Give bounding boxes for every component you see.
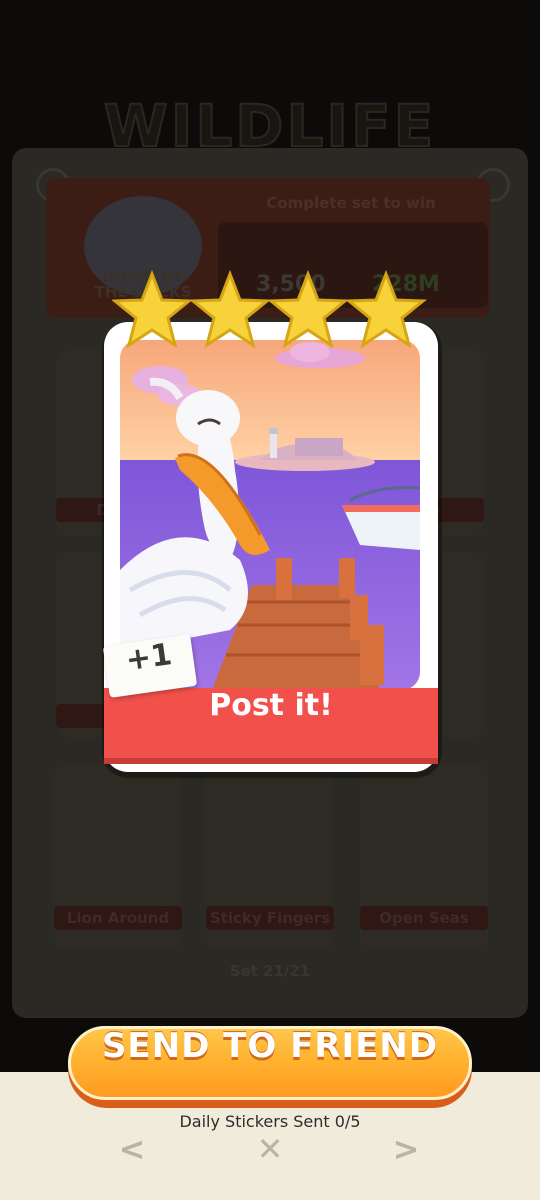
- set-progress: Set 21/21: [229, 962, 311, 980]
- complete-set-label: Complete set to win: [266, 194, 436, 212]
- star-icon: [112, 270, 194, 349]
- daily-stickers-sent: Daily Stickers Sent 0/5: [179, 1112, 361, 1131]
- send-to-friend-label[interactable]: SEND TO FRIEND: [68, 1026, 472, 1100]
- slot-label: Open Seas: [360, 906, 488, 930]
- post-it-button[interactable]: Post it!: [104, 688, 438, 758]
- star-icon: [266, 270, 350, 349]
- chevron-right-icon[interactable]: >: [386, 1130, 426, 1168]
- star-icon: [344, 270, 428, 349]
- chevron-left-icon[interactable]: <: [112, 1130, 152, 1168]
- slot-label: Lion Around: [54, 906, 182, 930]
- close-icon[interactable]: ✕: [250, 1130, 290, 1168]
- star-icon: [188, 270, 272, 349]
- rarity-stars: [112, 270, 428, 349]
- slot-label: Sticky Fingers: [206, 906, 334, 930]
